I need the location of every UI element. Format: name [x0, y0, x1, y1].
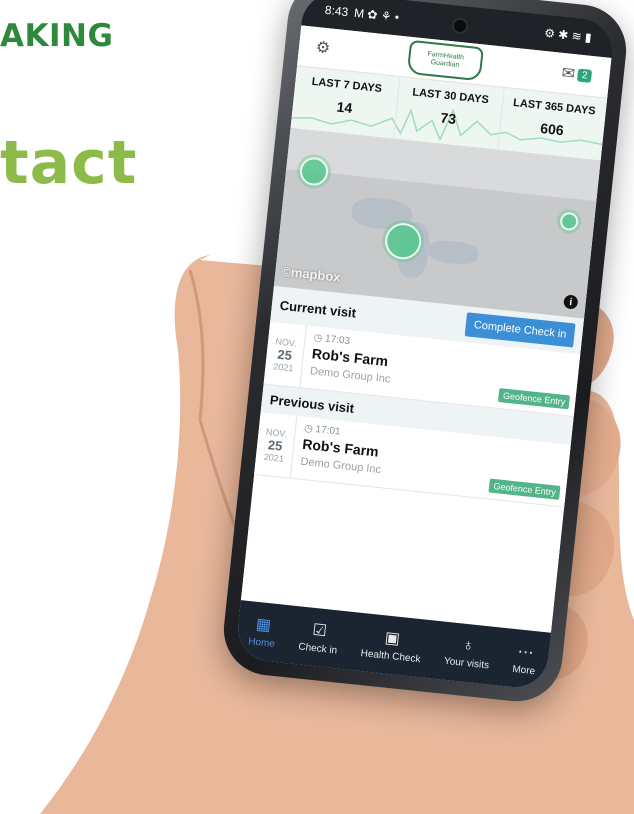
more-icon: ⋯	[516, 643, 535, 663]
status-icons-right: ⚙ ✱ ≋ ▮	[543, 25, 593, 45]
tab-label: More	[511, 663, 536, 678]
stat-label: LAST 30 DAYS	[411, 86, 490, 107]
settings-gear-icon[interactable]: ⚙	[310, 35, 336, 61]
app-logo: FarmHealth Guardian	[406, 39, 484, 82]
clipboard-icon: ☑	[311, 621, 328, 641]
logo-line2: Guardian	[430, 59, 460, 70]
home-grid-icon: ▦	[255, 615, 272, 635]
stat-365-days: LAST 365 DAYS 606	[498, 88, 607, 160]
message-icon: ✉	[560, 64, 576, 84]
stat-value: 73	[439, 109, 457, 127]
messages-badge: 2	[577, 68, 593, 83]
stat-label: LAST 7 DAYS	[311, 75, 383, 96]
visit-year: 2021	[272, 360, 294, 373]
visits-icon: ♁	[461, 636, 476, 655]
tab-health-check[interactable]: ▣ Health Check	[360, 625, 423, 665]
briefcase-icon: ▣	[383, 629, 401, 648]
tab-home[interactable]: ▦ Home	[248, 613, 278, 650]
stat-label: LAST 365 DAYS	[512, 96, 597, 118]
status-time: 8:43	[324, 2, 349, 20]
visits-map[interactable]: ©mapbox i	[273, 128, 601, 319]
visit-day: 25	[267, 436, 284, 454]
previous-visit-title: Previous visit	[269, 391, 355, 416]
tab-label: Check in	[297, 641, 338, 657]
app-view: ⚙ FarmHealth Guardian ✉ 2 LAST 7 DAYS 14	[234, 25, 612, 691]
tab-label: Health Check	[360, 648, 421, 666]
tab-label: Your visits	[443, 655, 490, 672]
tab-check-in[interactable]: ☑ Check in	[298, 619, 340, 657]
tab-more[interactable]: ⋯ More	[512, 641, 538, 677]
complete-checkin-button[interactable]: Complete Check in	[464, 312, 576, 348]
visit-time-value: 17:01	[314, 424, 342, 438]
messages-button[interactable]: ✉ 2	[554, 60, 598, 88]
visit-day: 25	[276, 346, 293, 363]
stat-value: 606	[539, 119, 565, 139]
tab-your-visits[interactable]: ♁ Your visits	[443, 635, 491, 672]
visit-time-value: 17:03	[324, 333, 351, 348]
stat-30-days: LAST 30 DAYS 73	[394, 77, 505, 150]
tab-label: Home	[247, 636, 276, 650]
current-visit-title: Current visit	[279, 297, 357, 321]
stat-value: 14	[335, 98, 354, 117]
visit-year: 2021	[263, 451, 285, 464]
stat-7-days: LAST 7 DAYS 14	[290, 66, 401, 139]
